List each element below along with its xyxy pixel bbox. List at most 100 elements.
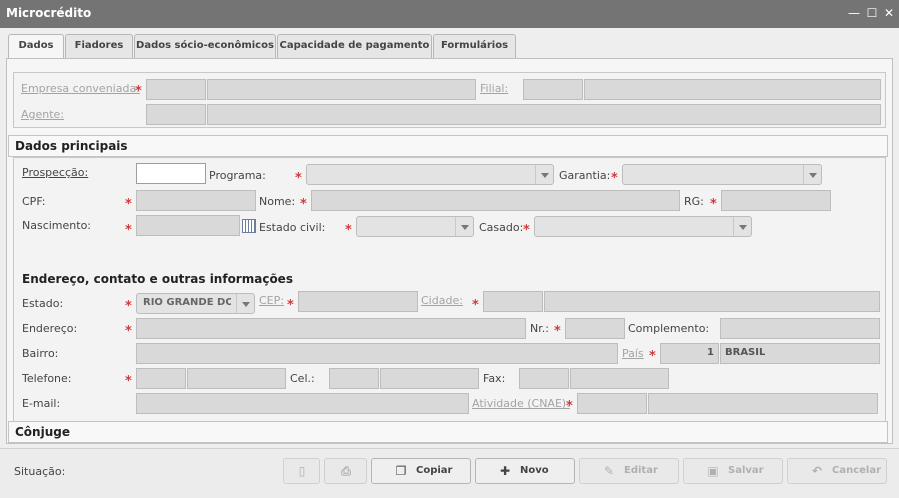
chevron-down-icon	[535, 165, 553, 184]
close-icon[interactable]: ✕	[882, 5, 896, 21]
conjuge-header[interactable]: Cônjuge	[8, 421, 888, 443]
attach-button[interactable]: ▯	[283, 458, 320, 484]
cidade-code-field[interactable]	[483, 291, 543, 312]
email-label: E-mail:	[22, 397, 61, 410]
casado-select[interactable]	[534, 216, 752, 237]
cel-number-field[interactable]	[380, 368, 479, 389]
nr-label: Nr.:	[530, 322, 549, 335]
required-marker: *	[611, 171, 618, 186]
garantia-select[interactable]	[622, 164, 822, 185]
empresa-code-field[interactable]	[146, 79, 206, 100]
pais-name-value: BRASIL	[725, 347, 766, 358]
print-button[interactable]: ⎙	[324, 458, 367, 484]
required-marker: *	[472, 298, 479, 313]
cel-ddd-field[interactable]	[329, 368, 379, 389]
estado-select[interactable]: RIO GRANDE DO SUL	[136, 293, 255, 314]
prospeccao-label[interactable]: Prospecção:	[22, 166, 88, 179]
cancelar-button[interactable]: ↶ Cancelar	[787, 458, 887, 484]
bairro-label: Bairro:	[22, 347, 59, 360]
cel-label: Cel.:	[290, 372, 315, 385]
copy-icon: ❐	[395, 464, 407, 478]
telefone-label: Telefone:	[22, 372, 72, 385]
pais-code-value: 1	[707, 347, 714, 358]
window-title: Microcrédito	[6, 6, 92, 20]
required-marker: *	[295, 171, 302, 186]
cep-label[interactable]: CEP:	[259, 294, 284, 307]
fax-ddd-field[interactable]	[519, 368, 569, 389]
complemento-label: Complemento:	[628, 322, 710, 335]
tab-fiadores[interactable]: Fiadores	[65, 34, 133, 58]
programa-select[interactable]	[306, 164, 554, 185]
complemento-field[interactable]	[720, 318, 880, 339]
cidade-label[interactable]: Cidade:	[421, 294, 463, 307]
salvar-button[interactable]: ▣ Salvar	[683, 458, 783, 484]
filial-name-field[interactable]	[584, 79, 881, 100]
required-marker: *	[125, 223, 132, 238]
rg-label: RG:	[684, 195, 704, 208]
salvar-button-label: Salvar	[728, 465, 764, 476]
calendar-icon[interactable]	[242, 219, 256, 233]
required-marker: *	[125, 324, 132, 339]
tab-formularios[interactable]: Formulários	[433, 34, 516, 58]
garantia-label: Garantia:	[559, 169, 611, 182]
filial-label[interactable]: Filial:	[480, 82, 508, 95]
tab-dados-socio-economicos[interactable]: Dados sócio-econômicos	[134, 34, 276, 58]
tab-dados[interactable]: Dados	[8, 34, 64, 59]
printer-icon: ⎙	[341, 464, 351, 478]
undo-icon: ↶	[811, 464, 823, 478]
agente-name-field[interactable]	[207, 104, 881, 125]
telefone-ddd-field[interactable]	[136, 368, 186, 389]
empresa-conveniada-label[interactable]: Empresa conveniada:	[21, 82, 140, 95]
fax-label: Fax:	[483, 372, 506, 385]
atividade-name-field[interactable]	[648, 393, 878, 414]
tab-capacidade-de-pagamento[interactable]: Capacidade de pagamento	[277, 34, 432, 58]
email-field[interactable]	[136, 393, 469, 414]
nr-field[interactable]	[565, 318, 625, 339]
filial-code-field[interactable]	[523, 79, 583, 100]
copiar-button[interactable]: ❐ Copiar	[371, 458, 471, 484]
required-marker: *	[523, 223, 530, 238]
pais-name-field[interactable]: BRASIL	[720, 343, 880, 364]
atividade-code-field[interactable]	[577, 393, 647, 414]
chevron-down-icon	[733, 217, 751, 236]
situacao-label: Situação:	[14, 465, 66, 478]
required-marker: *	[125, 197, 132, 212]
estado-civil-label: Estado civil:	[259, 221, 326, 234]
agente-label[interactable]: Agente:	[21, 108, 64, 121]
prospeccao-field[interactable]	[136, 163, 206, 184]
estado-value: RIO GRANDE DO SUL	[143, 297, 231, 308]
required-marker: *	[287, 298, 294, 313]
dados-principais-header[interactable]: Dados principais	[8, 135, 888, 157]
programa-label: Programa:	[209, 169, 266, 182]
endereco-field[interactable]	[136, 318, 526, 339]
cidade-name-field[interactable]	[544, 291, 880, 312]
nome-label: Nome:	[259, 195, 296, 208]
minimize-icon[interactable]: —	[847, 5, 861, 21]
empresa-name-field[interactable]	[207, 79, 476, 100]
endereco-section-title: Endereço, contato e outras informações	[22, 272, 293, 286]
casado-label: Casado:	[479, 221, 524, 234]
cpf-field[interactable]	[136, 190, 256, 211]
agente-code-field[interactable]	[146, 104, 206, 125]
nascimento-field[interactable]	[136, 215, 240, 236]
bairro-field[interactable]	[136, 343, 618, 364]
atividade-cnae-label[interactable]: Atividade (CNAE):	[472, 397, 570, 410]
estado-civil-select[interactable]	[356, 216, 474, 237]
editar-button[interactable]: ✎ Editar	[579, 458, 679, 484]
new-document-icon: ✚	[499, 464, 511, 478]
pais-code-field[interactable]: 1	[660, 343, 719, 364]
maximize-icon[interactable]: ☐	[865, 5, 879, 21]
novo-button[interactable]: ✚ Novo	[475, 458, 575, 484]
required-marker: *	[554, 324, 561, 339]
fax-number-field[interactable]	[570, 368, 669, 389]
cep-field[interactable]	[298, 291, 418, 312]
nome-field[interactable]	[311, 190, 680, 211]
window-titlebar: Microcrédito — ☐ ✕	[0, 0, 899, 28]
required-marker: *	[649, 349, 656, 364]
pais-label[interactable]: País	[622, 347, 644, 360]
required-marker: *	[125, 374, 132, 389]
rg-field[interactable]	[721, 190, 831, 211]
copiar-button-label: Copiar	[416, 465, 453, 476]
telefone-number-field[interactable]	[187, 368, 286, 389]
chevron-down-icon	[455, 217, 473, 236]
